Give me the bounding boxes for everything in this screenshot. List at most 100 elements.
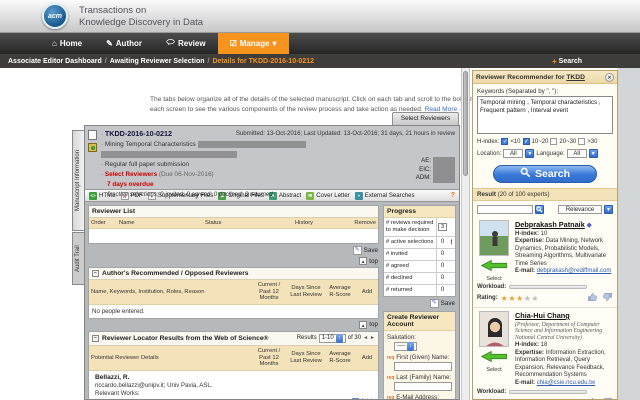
reviewer-list-top-link[interactable]: ▲ top [89,257,378,265]
last-name-field[interactable] [394,381,452,391]
keywords-label: Keywords (Separated by ", "): [477,88,559,95]
recommender-search-button[interactable]: Search [493,165,597,183]
results-of-label: of 30 [347,335,362,342]
submitted-line: Submitted: 13-Oct-2016; Last Updated: 13… [235,130,455,137]
close-icon[interactable]: ✕ [605,72,614,82]
col-person-details: Name, Keywords, Institution, Roles, Reas… [91,288,205,295]
breadcrumb-dashboard[interactable]: Associate Editor Dashboard [8,58,102,65]
top-label: top [369,321,378,329]
relevant-works-label: Relevant Works: [95,389,140,397]
thumbs-down-icon[interactable] [602,292,613,304]
html-icon: <> [89,191,97,200]
result-search-button[interactable] [535,205,544,214]
select-reviewer-arrow-button[interactable] [477,349,511,367]
breadcrumb-awaiting-selection[interactable]: Awaiting Reviewer Selection [110,58,205,65]
col-history: History [295,220,314,226]
result-header: Result (20 of 100 experts) [473,188,617,201]
email-field-label: E-Mail Address: [396,393,439,400]
collapse-icon[interactable]: − [92,270,99,277]
star-rating[interactable]: ★★★★★ [501,294,539,303]
nav-home[interactable]: ⌂ Home [40,33,94,54]
nav-manage-label: Manage [239,39,270,48]
location-select[interactable]: All [503,149,524,158]
recommender-title: Reviewer Recommender for [476,73,565,81]
hindex-10-20-label: 10~20 [531,138,549,145]
col-current-past: Current / Past 12 Months [257,347,281,368]
workload-label: Workload: [477,389,507,396]
collapse-icon[interactable]: − [92,334,99,342]
stage-due: (Due 06-Nov-2016) [158,171,214,179]
hindex-lt10-label: <10 [510,138,521,145]
prev-page-icon[interactable]: ◄ [363,335,368,341]
reviewer-locator-panel: − Reviewer Locator Results from the Web … [88,330,379,399]
pencil-icon: ✎ [352,246,362,255]
recommender-journal-link[interactable]: TKDD [566,74,585,81]
email-link[interactable]: chia@csie.ncu.edu.tw [537,380,595,386]
select-reviewer-arrow-button[interactable] [477,258,511,276]
breadcrumb-current: Details for TKDD-2016-10-0212 [212,57,314,65]
potential-reviewer-affiliation: riccardo.bellazzi@unipv.it; Univ Pavia, … [95,381,213,389]
chevron-down-icon: ▾ [272,39,277,48]
header-search-link[interactable]: + Search [552,54,582,68]
hindex-20-30-label: 20~30 [559,138,577,145]
author-recommended-top-link[interactable]: ▲ top [89,320,378,329]
scrollbar-thumb[interactable] [463,71,468,176]
progress-row-value: 0 [436,236,448,248]
keywords-textarea[interactable]: Temporal mining , Temporal characteristi… [477,96,613,134]
sort-dropdown-icon[interactable]: ▼ [604,205,613,214]
manuscript-header: TKDD-2016-10-0212 Submitted: 13-Oct-2016… [85,126,459,198]
redacted-text [101,151,237,159]
home-icon: ⌂ [52,39,57,48]
first-name-field[interactable] [394,361,452,371]
journal-title-line1: Transactions on [79,5,147,16]
nav-manage[interactable]: ☑ Manage ▾ [217,33,289,54]
main-nav: ⌂ Home ✎ Author Review ☑ Manage ▾ [0,33,640,54]
next-page-icon[interactable]: ► [370,335,375,341]
progress-row-label: # returned [386,286,413,293]
result-title: Result [477,191,496,198]
reviewer-photo [479,311,509,347]
pencil-icon: ✎ [429,298,439,308]
thumbs-up-icon[interactable] [587,292,598,304]
progress-row-value: 0 [436,248,448,260]
reviewer-name-link[interactable]: Chia-Hui Chang [515,311,570,320]
locator-result-row: Bellazzi, R. riccardo.bellazzi@unipv.it;… [89,370,378,399]
rating-label: Rating: [477,295,498,301]
page-margin [618,68,640,400]
assigned-roles: AE: EIC: ADM: [416,157,455,183]
result-filter-input[interactable] [477,205,533,214]
sort-select[interactable]: Relevance [558,205,602,214]
selection-counts: 0 active selections; 0 invited; 0 agreed… [107,191,273,199]
progress-save[interactable]: ✎ Save [384,298,455,308]
hindex-lt10-checkbox[interactable] [501,138,509,145]
results-range-select[interactable]: 1-10 ↕ [318,333,346,343]
reviewer-recommender-panel: Reviewer Recommender for TKDD ✕ Keywords… [472,70,618,400]
redacted-names [433,157,455,183]
hindex-value: 10 [540,230,548,237]
col-current-past: Current / Past 12 Months [257,282,281,302]
checkbox-icon: ☑ [229,39,237,48]
hindex-10-20-checkbox[interactable] [522,138,530,145]
email-link[interactable]: debprakash@rediffmail.com [537,268,612,274]
reviews-required-input[interactable]: 3 [438,222,447,231]
potential-reviewer-name[interactable]: Bellazzi, R. [95,374,375,381]
location-dropdown-icon[interactable]: ▼ [525,149,535,158]
hindex-20-30-checkbox[interactable] [550,138,558,145]
nav-review[interactable]: Review [154,33,218,54]
col-add: Add [361,288,373,295]
reviewer-name-link[interactable]: Debprakash Patnaik [515,220,585,229]
tab-select-reviewers[interactable]: Select Reviewers [392,112,459,125]
author-recommended-empty: No people entered. [89,304,378,318]
salutation-select[interactable]: ---- ↕ [394,341,417,351]
progress-row: # active selections 0 ! [384,236,455,249]
nav-author[interactable]: ✎ Author [94,33,154,54]
progress-row-value: 0 [436,260,448,272]
col-remove: Remove [354,220,376,226]
journal-title-line2: Knowledge Discovery in Data [79,17,204,29]
email-label: E-mail: [515,268,536,275]
reviewer-list-save[interactable]: ✎ Save [89,246,378,255]
manuscript-id: TKDD-2016-10-0212 [104,129,173,138]
language-dropdown-icon[interactable]: ▼ [588,149,598,158]
language-select[interactable]: All [566,149,587,158]
hindex-gt30-checkbox[interactable] [578,138,586,145]
